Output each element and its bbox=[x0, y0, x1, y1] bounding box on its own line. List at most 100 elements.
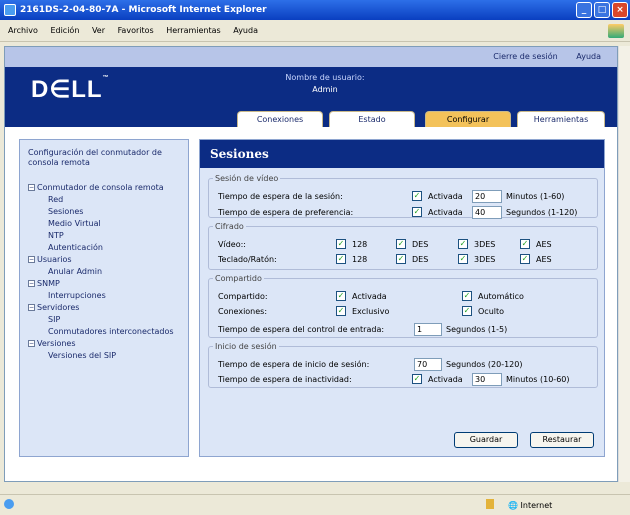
cipher-video-checkbox[interactable]: ✓ bbox=[458, 239, 468, 249]
sidebar-item[interactable]: NTP bbox=[28, 230, 180, 242]
session-timeout-checkbox[interactable]: ✓ bbox=[412, 191, 422, 201]
dell-logo: D∈LL™ bbox=[31, 75, 110, 103]
maximize-button[interactable]: □ bbox=[594, 2, 610, 18]
tab-estado[interactable]: Estado bbox=[329, 111, 415, 127]
cipher-keyboard-checkbox[interactable]: ✓ bbox=[458, 254, 468, 264]
sidebar-item[interactable]: Versiones del SIP bbox=[28, 350, 180, 362]
exclusive-label: Exclusivo bbox=[352, 307, 390, 316]
cipher-video-checkbox[interactable]: ✓ bbox=[336, 239, 346, 249]
sidebar-item-label: Usuarios bbox=[37, 255, 72, 264]
sidebar-item[interactable]: − Versiones bbox=[28, 338, 180, 350]
input-control-timeout-input[interactable]: 1 bbox=[414, 323, 442, 336]
cipher-option-label: 3DES bbox=[474, 255, 496, 264]
sidebar-tree: − Conmutador de consola remota Red Sesiones… bbox=[28, 182, 180, 362]
shared-auto-label: Automático bbox=[478, 292, 524, 301]
vertical-scrollbar[interactable] bbox=[618, 46, 630, 482]
collapse-icon[interactable]: − bbox=[28, 184, 35, 191]
top-strip: Cierre de sesión Ayuda bbox=[5, 47, 617, 67]
cipher-option-label: 3DES bbox=[474, 240, 496, 249]
cipher-video-checkbox[interactable]: ✓ bbox=[396, 239, 406, 249]
cipher-keyboard-checkbox[interactable]: ✓ bbox=[520, 254, 530, 264]
collapse-icon[interactable]: − bbox=[28, 304, 35, 311]
idle-timeout-label: Tiempo de espera de inactividad: bbox=[218, 375, 352, 384]
help-link[interactable]: Ayuda bbox=[576, 52, 601, 61]
sidebar-item[interactable]: Conmutadores interconectados bbox=[28, 326, 180, 338]
cipher-video-label: Vídeo:: bbox=[218, 240, 246, 249]
exclusive-checkbox[interactable]: ✓ bbox=[336, 306, 346, 316]
sidebar-item[interactable]: − Conmutador de consola remota bbox=[28, 182, 180, 194]
sidebar: Configuración del conmutador de consola … bbox=[19, 139, 189, 457]
hidden-label: Oculto bbox=[478, 307, 505, 316]
idle-timeout-input[interactable]: 30 bbox=[472, 373, 502, 386]
restore-button[interactable]: Restaurar bbox=[530, 432, 594, 448]
session-timeout-unit: Minutos (1-60) bbox=[506, 192, 565, 201]
sidebar-item[interactable]: Medio Virtual bbox=[28, 218, 180, 230]
idle-timeout-checkbox[interactable]: ✓ bbox=[412, 374, 422, 384]
page-header: Cierre de sesión Ayuda D∈LL™ Nombre de u… bbox=[5, 47, 617, 127]
sidebar-item[interactable]: Autenticación bbox=[28, 242, 180, 254]
cipher-keyboard-label: Teclado/Ratón: bbox=[218, 255, 277, 264]
collapse-icon[interactable]: − bbox=[28, 340, 35, 347]
login-legend: Inicio de sesión bbox=[215, 342, 277, 351]
shared-enabled-label: Activada bbox=[352, 292, 387, 301]
save-button[interactable]: Guardar bbox=[454, 432, 518, 448]
cipher-option-label: AES bbox=[536, 255, 552, 264]
sidebar-item-label: Autenticación bbox=[48, 243, 103, 252]
preference-timeout-unit: Segundos (1-120) bbox=[506, 208, 578, 217]
page-title: Sesiones bbox=[200, 140, 604, 168]
cipher-keyboard-checkbox[interactable]: ✓ bbox=[336, 254, 346, 264]
zone-label: 🌐 Internet bbox=[508, 501, 553, 510]
tab-herramientas[interactable]: Herramientas bbox=[517, 111, 605, 127]
sidebar-item[interactable]: − Usuarios bbox=[28, 254, 180, 266]
menu-favoritos[interactable]: Favoritos bbox=[118, 26, 154, 35]
session-timeout-enabled-label: Activada bbox=[428, 192, 463, 201]
sidebar-item-label: Anular Admin bbox=[48, 267, 103, 276]
menu-archivo[interactable]: Archivo bbox=[8, 26, 38, 35]
page-icon bbox=[4, 499, 14, 509]
menu-edicion[interactable]: Edición bbox=[50, 26, 79, 35]
cipher-option-label: DES bbox=[412, 255, 429, 264]
login-timeout-input[interactable]: 70 bbox=[414, 358, 442, 371]
cipher-option-label: AES bbox=[536, 240, 552, 249]
sidebar-title: Configuración del conmutador de consola … bbox=[28, 148, 162, 167]
lock-icon bbox=[486, 499, 494, 509]
preference-timeout-input[interactable]: 40 bbox=[472, 206, 502, 219]
cipher-legend: Cifrado bbox=[215, 222, 244, 231]
menu-herramientas[interactable]: Herramientas bbox=[166, 26, 221, 35]
tab-configurar[interactable]: Configurar bbox=[425, 111, 511, 127]
sidebar-item[interactable]: − Servidores bbox=[28, 302, 180, 314]
sidebar-item[interactable]: − SNMP bbox=[28, 278, 180, 290]
shared-auto-checkbox[interactable]: ✓ bbox=[462, 291, 472, 301]
connections-label: Conexiones: bbox=[218, 307, 268, 316]
status-bar: 🌐 Internet bbox=[0, 494, 630, 512]
input-control-timeout-unit: Segundos (1-5) bbox=[446, 325, 508, 334]
preference-timeout-enabled-label: Activada bbox=[428, 208, 463, 217]
window-title: 2161DS-2-04-80-7A - Microsoft Internet E… bbox=[20, 5, 267, 15]
sidebar-item-label: Medio Virtual bbox=[48, 219, 101, 228]
sidebar-item[interactable]: Red bbox=[28, 194, 180, 206]
user-name: Admin bbox=[312, 85, 338, 94]
tab-conexiones[interactable]: Conexiones bbox=[237, 111, 323, 127]
sidebar-item-label: Servidores bbox=[37, 303, 80, 312]
cipher-option-label: 128 bbox=[352, 255, 368, 264]
close-button[interactable]: × bbox=[612, 2, 628, 18]
minimize-button[interactable]: _ bbox=[576, 2, 592, 18]
collapse-icon[interactable]: − bbox=[28, 256, 35, 263]
sidebar-item[interactable]: Sesiones bbox=[28, 206, 180, 218]
sidebar-item-label: Red bbox=[48, 195, 64, 204]
logout-link[interactable]: Cierre de sesión bbox=[493, 52, 557, 61]
menu-ver[interactable]: Ver bbox=[92, 26, 105, 35]
collapse-icon[interactable]: − bbox=[28, 280, 35, 287]
cipher-keyboard-checkbox[interactable]: ✓ bbox=[396, 254, 406, 264]
shared-enabled-checkbox[interactable]: ✓ bbox=[336, 291, 346, 301]
cipher-video-checkbox[interactable]: ✓ bbox=[520, 239, 530, 249]
menu-ayuda[interactable]: Ayuda bbox=[233, 26, 258, 35]
session-timeout-input[interactable]: 20 bbox=[472, 190, 502, 203]
user-label: Nombre de usuario: bbox=[285, 73, 365, 82]
preference-timeout-checkbox[interactable]: ✓ bbox=[412, 207, 422, 217]
hidden-checkbox[interactable]: ✓ bbox=[462, 306, 472, 316]
sidebar-item[interactable]: SIP bbox=[28, 314, 180, 326]
sidebar-item-label: Conmutadores interconectados bbox=[48, 327, 174, 336]
sidebar-item[interactable]: Interrupciones bbox=[28, 290, 180, 302]
sidebar-item[interactable]: Anular Admin bbox=[28, 266, 180, 278]
